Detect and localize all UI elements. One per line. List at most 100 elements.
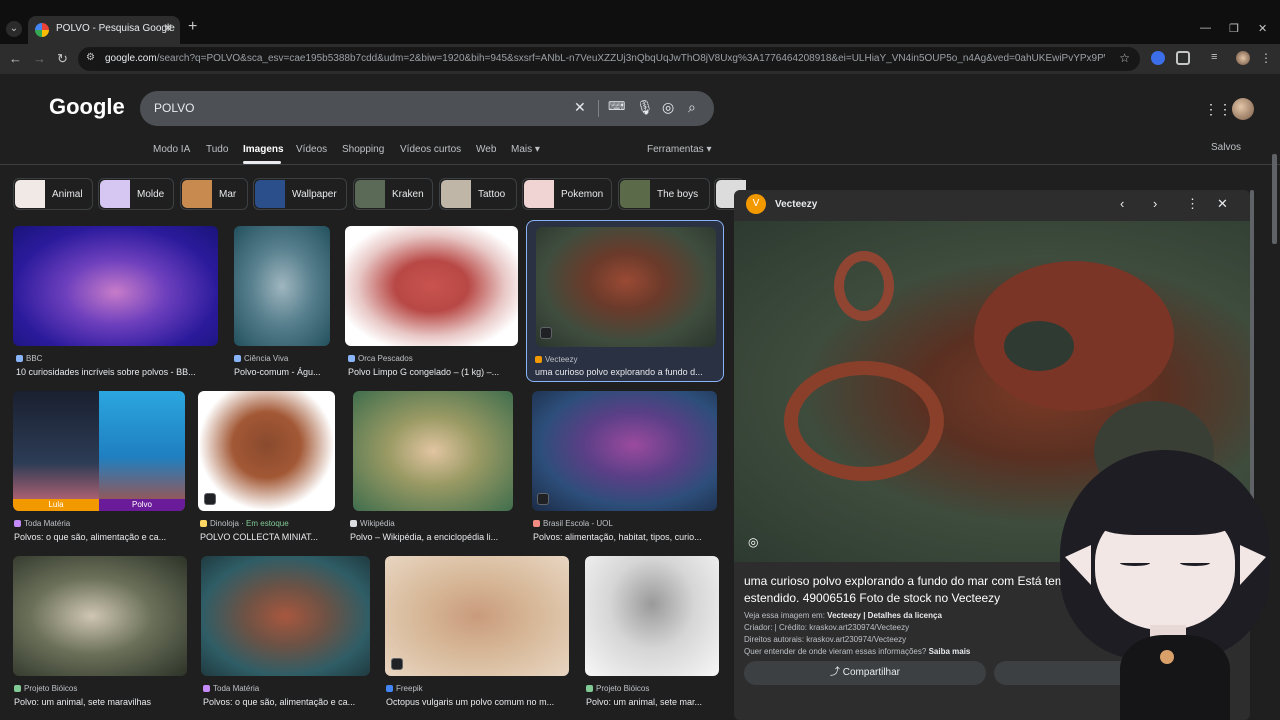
tools-button[interactable]: Ferramentas ▾ (647, 144, 711, 155)
chip-mar[interactable]: Mar (180, 178, 248, 210)
chip-molde[interactable]: Molde (98, 178, 174, 210)
result-card[interactable]: Toda Matéria Polvos: o que são, alimenta… (201, 556, 370, 707)
result-caption[interactable]: Polvo Limpo G congelado – (1 kg) –... (348, 367, 518, 377)
result-card[interactable]: BBC 10 curiosidades incríveis sobre polv… (13, 226, 218, 377)
tab-videos[interactable]: Vídeos (296, 144, 327, 155)
close-panel-icon[interactable]: ✕ (1217, 196, 1228, 212)
extensions-puzzle-icon[interactable] (1176, 51, 1190, 65)
result-image[interactable] (13, 226, 218, 346)
address-bar[interactable]: ⚙ google.com/search?q=POLVO&sca_esv=cae1… (78, 47, 1140, 71)
result-source[interactable]: BBC (16, 354, 42, 363)
search-icon[interactable]: ⌕ (688, 99, 696, 116)
result-source[interactable]: Freepik (386, 684, 423, 693)
new-tab-icon[interactable]: + (188, 18, 197, 36)
share-button[interactable]: ⤴ Compartilhar (744, 661, 986, 685)
result-image[interactable] (532, 391, 717, 511)
result-image-octopus[interactable] (99, 391, 185, 511)
result-caption[interactable]: Octopus vulgaris um polvo comum no m... (386, 697, 568, 707)
result-source[interactable]: Wikipédia (350, 519, 395, 528)
result-caption[interactable]: Polvo: um animal, sete mar... (586, 697, 719, 707)
result-source[interactable]: Ciência Viva (234, 354, 288, 363)
license-link[interactable]: Vecteezy | Detalhes da licença (827, 611, 942, 620)
result-image[interactable] (585, 556, 719, 676)
account-avatar[interactable] (1232, 98, 1254, 120)
tab-modo-ia[interactable]: Modo IA (153, 144, 190, 155)
chip-wallpaper[interactable]: Wallpaper (253, 178, 347, 210)
search-input[interactable]: POLVO (154, 101, 194, 115)
result-source[interactable]: Brasil Escola - UOL (533, 519, 613, 528)
search-box[interactable]: POLVO ✕ ⌨ 🎙 ◎ ⌕ (140, 91, 714, 126)
media-controls-icon[interactable]: ≡ (1211, 51, 1225, 65)
result-source[interactable]: Dinoloja · Em estoque (200, 519, 289, 528)
result-caption[interactable]: Polvo – Wikipédia, a enciclopédia li... (350, 532, 515, 542)
tab-mais[interactable]: Mais ▾ (511, 144, 540, 155)
result-caption[interactable]: 10 curiosidades incríveis sobre polvos -… (16, 367, 216, 377)
preview-title-line1[interactable]: uma curioso polvo explorando a fundo do … (744, 574, 1065, 588)
clear-search-icon[interactable]: ✕ (574, 99, 586, 116)
result-image[interactable] (13, 556, 187, 676)
result-caption[interactable]: uma curioso polvo explorando a fundo d..… (535, 367, 717, 377)
google-logo[interactable]: Google (49, 94, 125, 120)
result-caption[interactable]: Polvos: o que são, alimentação e ca... (14, 532, 186, 542)
google-apps-icon[interactable]: ⋮⋮ (1204, 101, 1232, 118)
minimize-icon[interactable]: — (1200, 22, 1211, 34)
site-info-icon[interactable]: ⚙ (86, 52, 98, 64)
lens-search-icon[interactable]: ◎ (748, 535, 758, 549)
close-tab-icon[interactable]: ✕ (163, 21, 173, 35)
tab-search-icon[interactable]: ⌄ (6, 21, 22, 37)
chip-kraken[interactable]: Kraken (353, 178, 433, 210)
panel-site-name[interactable]: Vecteezy (775, 199, 817, 210)
next-icon[interactable]: › (1153, 196, 1157, 211)
result-caption[interactable]: Polvo-comum - Águ... (234, 367, 330, 377)
result-image[interactable] (234, 226, 330, 346)
saved-button[interactable]: Salvos (1211, 142, 1241, 153)
microphone-icon[interactable]: 🎙 (636, 99, 654, 116)
chip-tattoo[interactable]: Tattoo (439, 178, 517, 210)
result-source[interactable]: Orca Pescados (348, 354, 413, 363)
keyboard-icon[interactable]: ⌨ (608, 99, 625, 113)
maximize-icon[interactable]: ❐ (1229, 22, 1239, 35)
result-card[interactable]: Orca Pescados Polvo Limpo G congelado – … (345, 226, 518, 377)
vecteezy-logo-icon[interactable]: V (746, 194, 766, 214)
learn-more-link[interactable]: Saiba mais (929, 647, 971, 656)
result-image[interactable] (353, 391, 513, 511)
result-caption[interactable]: POLVO COLLECTA MINIAT... (200, 532, 335, 542)
result-image[interactable] (345, 226, 518, 346)
result-caption[interactable]: Polvos: alimentação, habitat, tipos, cur… (533, 532, 717, 542)
result-card[interactable]: Dinoloja · Em estoque POLVO COLLECTA MIN… (198, 391, 335, 542)
result-card[interactable]: Freepik Octopus vulgaris um polvo comum … (385, 556, 569, 707)
profile-avatar[interactable] (1236, 51, 1250, 65)
chip-animal[interactable]: Animal (13, 178, 93, 210)
preview-title-line2[interactable]: estendido. 49006516 Foto de stock no Vec… (744, 591, 1000, 605)
result-card-selected[interactable]: Vecteezy uma curioso polvo explorando a … (526, 220, 724, 382)
result-caption[interactable]: Polvo: um animal, sete maravilhas (14, 697, 186, 707)
back-icon[interactable]: ← (9, 51, 22, 66)
browser-menu-icon[interactable]: ⋮ (1260, 51, 1274, 65)
result-card[interactable]: Brasil Escola - UOL Polvos: alimentação,… (532, 391, 717, 542)
result-image-squid[interactable] (13, 391, 99, 511)
close-window-icon[interactable]: ✕ (1258, 22, 1267, 35)
result-caption[interactable]: Polvos: o que são, alimentação e ca... (203, 697, 370, 707)
tab-shopping[interactable]: Shopping (342, 144, 384, 155)
result-card[interactable]: Projeto Bióicos Polvo: um animal, sete m… (585, 556, 719, 707)
tab-videos-curtos[interactable]: Vídeos curtos (400, 144, 461, 155)
result-image[interactable] (385, 556, 569, 676)
tab-tudo[interactable]: Tudo (206, 144, 228, 155)
result-source[interactable]: Vecteezy (535, 355, 577, 364)
result-source[interactable]: Projeto Bióicos (586, 684, 649, 693)
tab-imagens[interactable]: Imagens (243, 144, 284, 155)
extension-icon[interactable] (1151, 51, 1165, 65)
browser-tab[interactable]: POLVO - Pesquisa Google ✕ (28, 16, 180, 44)
page-scrollbar[interactable] (1272, 154, 1277, 244)
result-card[interactable]: Projeto Bióicos Polvo: um animal, sete m… (13, 556, 187, 707)
result-card[interactable]: Ciência Viva Polvo-comum - Águ... (232, 226, 330, 377)
more-options-icon[interactable]: ⋮ (1186, 196, 1199, 212)
forward-icon[interactable]: → (33, 51, 46, 66)
lens-camera-icon[interactable]: ◎ (662, 99, 674, 116)
result-card[interactable]: Wikipédia Polvo – Wikipédia, a enciclopé… (350, 391, 515, 542)
result-source[interactable]: Projeto Bióicos (14, 684, 77, 693)
chip-pokemon[interactable]: Pokemon (522, 178, 612, 210)
result-card[interactable]: Lula Polvo Toda Matéria Polvos: o que sã… (13, 391, 186, 542)
reload-icon[interactable]: ↻ (57, 51, 68, 67)
result-image[interactable] (201, 556, 370, 676)
